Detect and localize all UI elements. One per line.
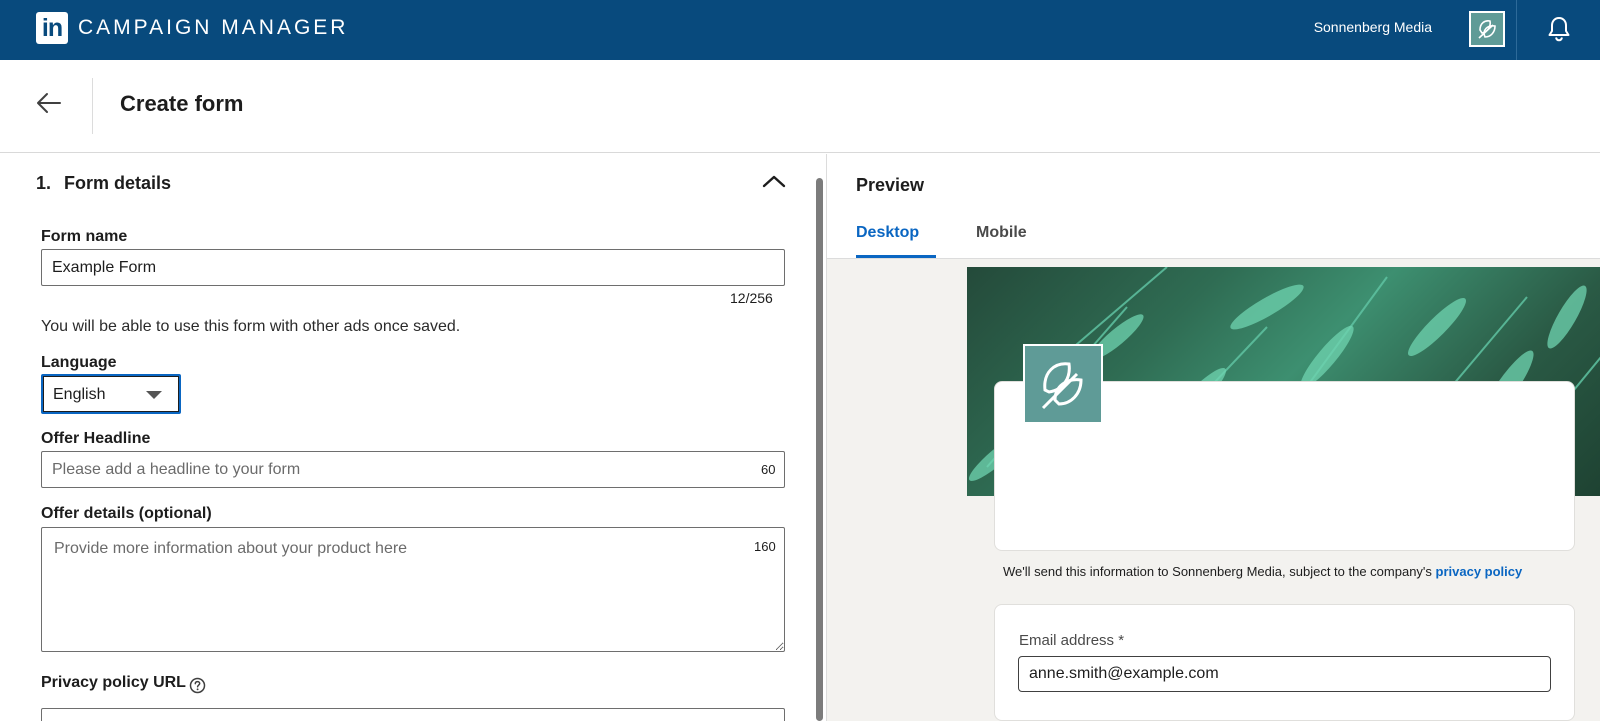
page-title: Create form: [120, 91, 244, 116]
account-name[interactable]: Sonnenberg Media: [1314, 19, 1432, 35]
company-logo-icon: [1023, 344, 1103, 424]
offer-headline-character-counter: 60: [761, 462, 776, 477]
collapse-chevron-up-icon[interactable]: [760, 168, 788, 194]
form-preview-canvas: We'll send this information to Sonnenber…: [827, 259, 1600, 721]
form-name-character-counter: 12/256: [730, 290, 773, 306]
privacy-policy-url-label: Privacy policy URL: [41, 674, 186, 691]
consent-text: We'll send this information to Sonnenber…: [1003, 564, 1523, 579]
language-label: Language: [41, 354, 117, 371]
page-header: Create form: [0, 60, 1600, 153]
app-title: CAMPAIGN MANAGER: [78, 16, 349, 39]
help-question-icon[interactable]: [189, 677, 206, 694]
offer-headline-label: Offer Headline: [41, 430, 151, 447]
reuse-note-text: You will be able to use this form with o…: [41, 318, 461, 335]
header-divider: [92, 78, 93, 134]
privacy-policy-link[interactable]: privacy policy: [1436, 564, 1523, 579]
section-title: Form details: [64, 173, 172, 193]
offer-details-character-counter: 160: [754, 539, 776, 554]
topbar-divider: [1516, 0, 1517, 60]
privacy-policy-url-input[interactable]: [41, 708, 785, 721]
email-field-card: Email address *: [994, 604, 1575, 721]
preview-panel: Preview Desktop Mobile We'll send this i…: [826, 154, 1600, 721]
language-selected-value: English: [53, 386, 106, 403]
linkedin-logo-icon[interactable]: in: [36, 12, 68, 44]
offer-details-textarea[interactable]: [41, 527, 785, 652]
dropdown-caret-icon: [146, 391, 162, 399]
top-navigation-bar: in CAMPAIGN MANAGER Sonnenberg Media: [0, 0, 1600, 60]
back-arrow-icon[interactable]: [34, 88, 64, 118]
email-field[interactable]: [1018, 656, 1551, 692]
form-name-input[interactable]: [41, 249, 785, 286]
form-name-label: Form name: [41, 228, 128, 245]
scrollbar[interactable]: [816, 178, 823, 721]
offer-headline-input[interactable]: [41, 451, 785, 488]
account-avatar-icon[interactable]: [1469, 11, 1505, 47]
preview-title: Preview: [856, 175, 925, 195]
tab-mobile[interactable]: Mobile: [976, 224, 1027, 252]
tab-desktop[interactable]: Desktop: [856, 224, 919, 252]
email-label: Email address *: [1019, 632, 1125, 649]
offer-details-label: Offer details (optional): [41, 505, 212, 522]
notifications-bell-icon[interactable]: [1546, 15, 1572, 43]
language-select[interactable]: English: [41, 374, 181, 414]
section-number: 1.: [36, 173, 52, 193]
